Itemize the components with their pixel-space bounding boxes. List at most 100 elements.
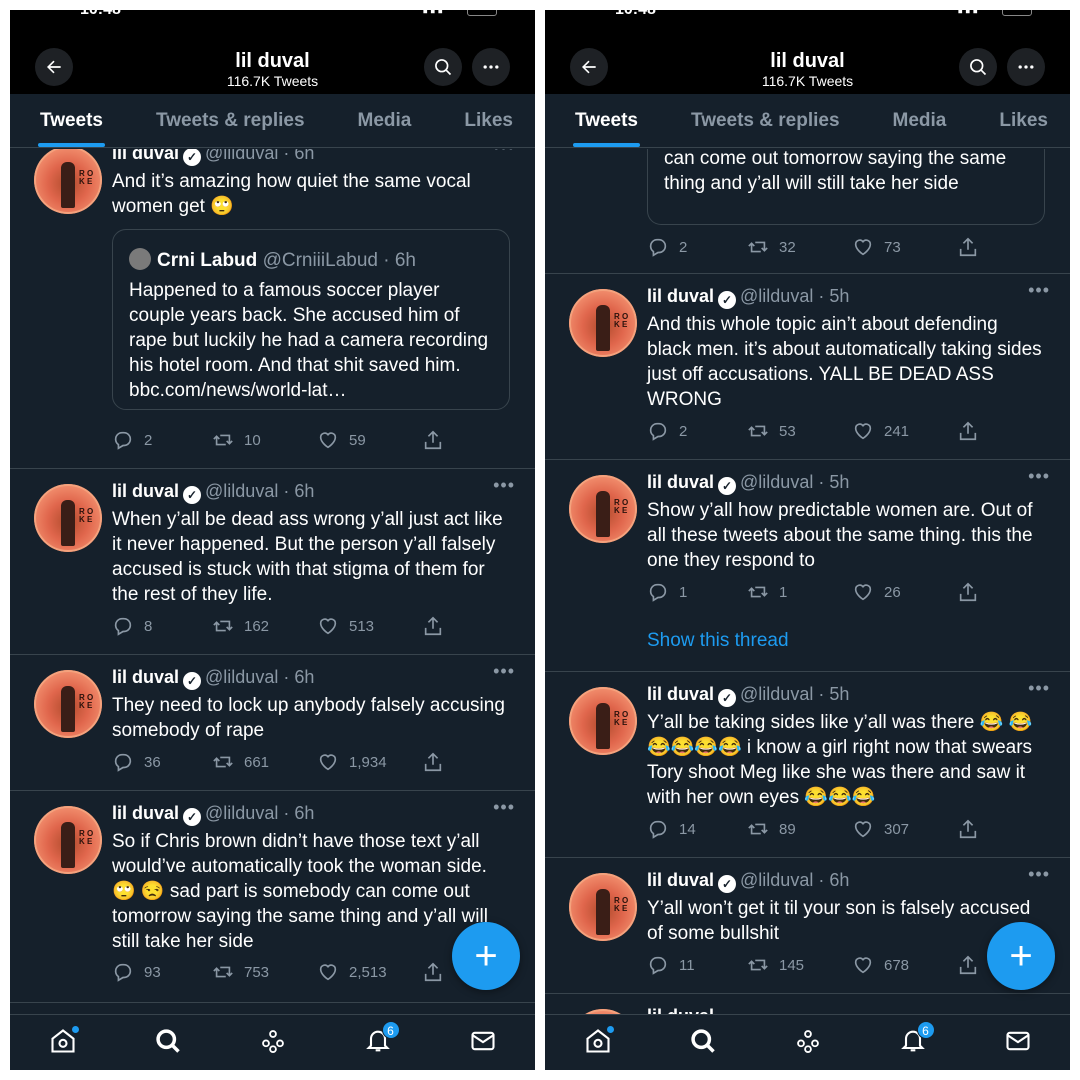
tab-tweets[interactable]: Tweets <box>572 94 641 147</box>
more-icon[interactable]: ••• <box>1028 678 1050 699</box>
quoted-tweet[interactable]: woman side. 😒 😒 sad part is somebody can… <box>647 149 1045 225</box>
reply-button[interactable]: 36 <box>112 751 161 773</box>
tweet-feed[interactable]: lil duval✓@lilduval · 6h ••• And it’s am… <box>10 149 535 1014</box>
more-icon[interactable]: ••• <box>1028 280 1050 301</box>
tweet[interactable]: lil duval✓@lilduval · 5h ••• And this wh… <box>545 274 1070 460</box>
share-button[interactable] <box>422 429 444 451</box>
tab-media[interactable]: Media <box>358 94 412 147</box>
avatar[interactable] <box>34 670 102 738</box>
retweet-button[interactable]: 1 <box>747 581 787 603</box>
reply-button[interactable]: 8 <box>112 615 152 637</box>
tweet[interactable]: woman side. 😒 😒 sad part is somebody can… <box>545 149 1070 274</box>
author-name[interactable]: lil duval <box>112 149 179 163</box>
tweet[interactable]: lil duval✓@lilduval · 6h ••• When y’all … <box>10 469 535 655</box>
reply-button[interactable]: 2 <box>647 420 687 442</box>
reply-button[interactable]: 1 <box>647 581 687 603</box>
tweet[interactable]: lil duval ✓@lilduval · 6h ••• And it’s am… <box>10 149 535 469</box>
like-button[interactable]: 513 <box>317 615 374 637</box>
share-button[interactable] <box>422 615 444 637</box>
avatar[interactable] <box>569 873 637 941</box>
compose-button[interactable]: + <box>452 922 520 990</box>
author-name[interactable]: lil duval <box>647 472 714 492</box>
avatar[interactable] <box>34 484 102 552</box>
tab-tweets-replies[interactable]: Tweets & replies <box>156 94 305 147</box>
avatar[interactable] <box>569 475 637 543</box>
nav-notifications[interactable]: 6 <box>358 1020 400 1061</box>
share-button[interactable] <box>957 581 979 603</box>
more-icon[interactable]: ••• <box>493 149 515 158</box>
reply-button[interactable]: 2 <box>647 236 687 258</box>
nav-spaces[interactable] <box>253 1021 293 1061</box>
like-button[interactable]: 26 <box>852 581 901 603</box>
more-button[interactable] <box>472 48 510 86</box>
tweet[interactable]: lil duval✓@lilduval · 5h ••• Show y’all … <box>545 460 1070 672</box>
nav-notifications[interactable]: 6 <box>893 1020 935 1061</box>
more-icon[interactable]: ••• <box>493 475 515 496</box>
like-button[interactable]: 2,513 <box>317 961 387 983</box>
author-name[interactable]: lil duval <box>647 1006 714 1014</box>
author-name[interactable]: lil duval <box>112 481 179 501</box>
nav-home[interactable] <box>578 1021 618 1061</box>
retweet-button[interactable]: 661 <box>212 751 269 773</box>
nav-home[interactable] <box>43 1021 83 1061</box>
retweet-button[interactable]: 753 <box>212 961 269 983</box>
tab-likes[interactable]: Likes <box>464 94 513 147</box>
more-button[interactable] <box>1007 48 1045 86</box>
retweet-button[interactable]: 145 <box>747 954 804 976</box>
more-icon[interactable]: ••• <box>1028 466 1050 487</box>
author-name[interactable]: lil duval <box>112 803 179 823</box>
author-name[interactable]: lil duval <box>647 684 714 704</box>
tweet[interactable]: lil duval <box>545 994 1070 1014</box>
avatar[interactable] <box>34 806 102 874</box>
share-button[interactable] <box>957 954 979 976</box>
like-button[interactable]: 1,934 <box>317 751 387 773</box>
retweet-button[interactable]: 89 <box>747 818 796 840</box>
reply-button[interactable]: 14 <box>647 818 696 840</box>
tab-media[interactable]: Media <box>893 94 947 147</box>
reply-button[interactable]: 93 <box>112 961 161 983</box>
reply-count: 11 <box>679 956 695 974</box>
search-button[interactable] <box>424 48 462 86</box>
share-button[interactable] <box>957 420 979 442</box>
more-icon[interactable]: ••• <box>1028 864 1050 885</box>
more-icon[interactable]: ••• <box>493 661 515 682</box>
show-thread-link[interactable]: Show this thread <box>647 630 789 652</box>
reply-button[interactable]: 2 <box>112 429 152 451</box>
like-button[interactable]: 678 <box>852 954 909 976</box>
author-name[interactable]: lil duval <box>112 667 179 687</box>
nav-search[interactable] <box>683 1021 723 1061</box>
tab-likes[interactable]: Likes <box>999 94 1048 147</box>
share-button[interactable] <box>957 818 979 840</box>
compose-button[interactable]: + <box>987 922 1055 990</box>
like-button[interactable]: 307 <box>852 818 909 840</box>
search-button[interactable] <box>959 48 997 86</box>
like-button[interactable]: 73 <box>852 236 901 258</box>
reply-button[interactable]: 11 <box>647 954 695 976</box>
share-button[interactable] <box>422 751 444 773</box>
share-button[interactable] <box>957 236 979 258</box>
heart-icon <box>854 584 872 601</box>
avatar[interactable] <box>34 149 102 214</box>
more-icon[interactable]: ••• <box>493 797 515 818</box>
nav-messages[interactable] <box>998 1021 1038 1061</box>
share-button[interactable] <box>422 961 444 983</box>
retweet-button[interactable]: 32 <box>747 236 796 258</box>
author-name[interactable]: lil duval <box>647 286 714 306</box>
tweet[interactable]: lil duval✓@lilduval · 5h ••• Y’all be ta… <box>545 672 1070 858</box>
tweet-feed[interactable]: woman side. 😒 😒 sad part is somebody can… <box>545 149 1070 1014</box>
avatar[interactable] <box>569 687 637 755</box>
retweet-button[interactable]: 162 <box>212 615 269 637</box>
author-name[interactable]: lil duval <box>647 870 714 890</box>
nav-messages[interactable] <box>463 1021 503 1061</box>
quoted-tweet[interactable]: Crni Labud @CrniiiLabud · 6h Happened to… <box>112 229 510 410</box>
tab-tweets[interactable]: Tweets <box>37 94 106 147</box>
retweet-button[interactable]: 53 <box>747 420 796 442</box>
nav-spaces[interactable] <box>788 1021 828 1061</box>
tab-tweets-replies[interactable]: Tweets & replies <box>691 94 840 147</box>
avatar[interactable] <box>569 289 637 357</box>
retweet-button[interactable]: 10 <box>212 429 261 451</box>
nav-search[interactable] <box>148 1021 188 1061</box>
like-button[interactable]: 241 <box>852 420 909 442</box>
tweet[interactable]: lil duval✓@lilduval · 6h ••• They need t… <box>10 655 535 791</box>
like-button[interactable]: 59 <box>317 429 366 451</box>
